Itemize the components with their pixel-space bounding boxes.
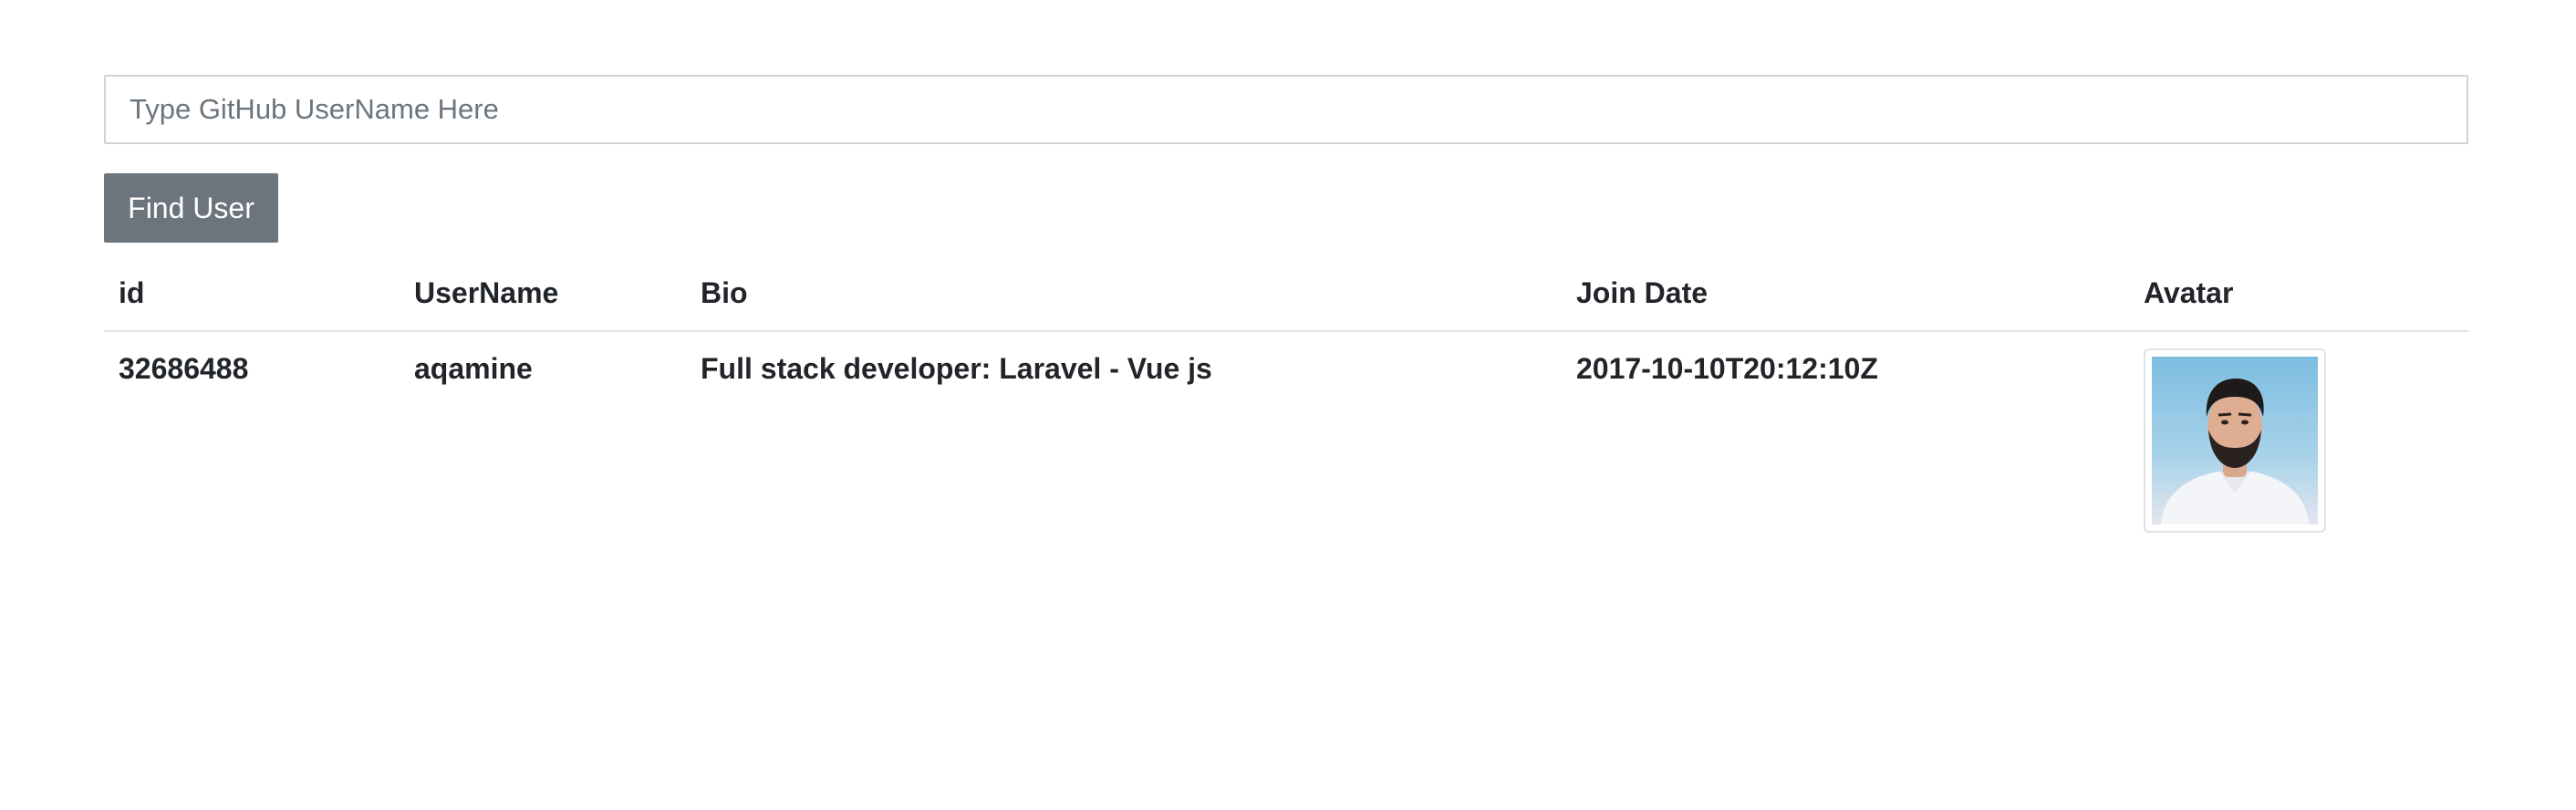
github-username-input[interactable] [104, 75, 2468, 144]
avatar [2144, 348, 2326, 533]
find-user-button[interactable]: Find User [104, 173, 278, 243]
page: Find User id UserName Bio Join Date Avat… [0, 0, 2576, 810]
user-photo-icon [2152, 357, 2318, 524]
header-bio: Bio [686, 255, 1562, 332]
header-avatar: Avatar [2129, 255, 2468, 332]
table-body: 32686488 aqamine Full stack developer: L… [104, 331, 2468, 559]
cell-avatar [2129, 331, 2468, 559]
cell-join-date: 2017-10-10T20:12:10Z [1576, 352, 1878, 385]
cell-id: 32686488 [119, 352, 249, 385]
cell-bio: Full stack developer: Laravel - Vue js [701, 352, 1212, 385]
header-join-date: Join Date [1562, 255, 2129, 332]
table-header-row: id UserName Bio Join Date Avatar [104, 255, 2468, 332]
header-username: UserName [400, 255, 686, 332]
user-search-panel: Find User id UserName Bio Join Date Avat… [104, 75, 2468, 559]
user-results-table: id UserName Bio Join Date Avatar 3268648… [104, 255, 2468, 559]
table-header: id UserName Bio Join Date Avatar [104, 255, 2468, 332]
header-id: id [104, 255, 400, 332]
cell-username: aqamine [414, 352, 533, 385]
table-row: 32686488 aqamine Full stack developer: L… [104, 331, 2468, 559]
